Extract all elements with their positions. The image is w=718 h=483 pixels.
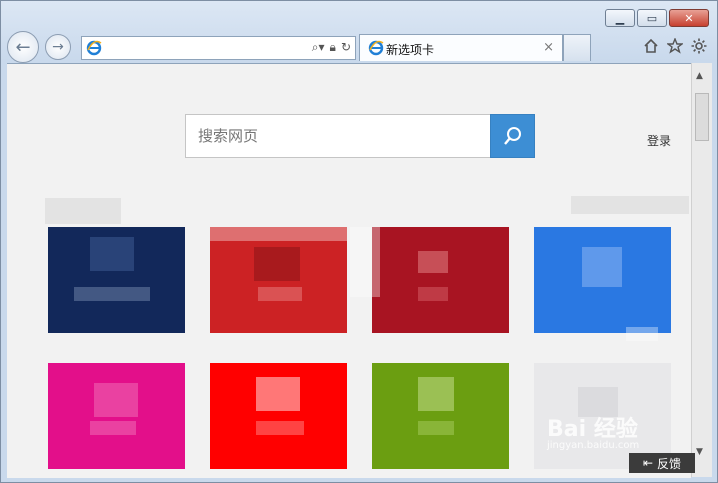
tile-caption [74,287,150,301]
close-window-button[interactable]: ✕ [669,9,709,27]
login-link[interactable]: 登录 [647,132,671,149]
search-box [185,114,535,158]
minimize-button[interactable]: ▁ [605,9,635,27]
site-tile[interactable] [210,227,347,333]
back-button[interactable]: ← [7,31,39,63]
watermark-main: Bai 经验 [547,417,638,442]
browser-window: ▁ ▭ ✕ ← → ⌕▾ 🔒︎ ↻ 新选项卡 × 搜索网页 登录 ▲ ▼ Bai… [0,0,718,483]
refresh-icon[interactable]: ↻ [341,40,351,55]
search-button[interactable] [490,114,535,158]
ie-logo-icon [86,40,102,56]
tile-caption [418,287,448,301]
window-controls: ▁ ▭ ✕ [605,9,709,27]
forward-button[interactable]: → [45,34,71,60]
tile-highlight [210,227,347,241]
tile-icon [256,377,300,411]
forward-arrow-icon: → [52,39,64,55]
feedback-button[interactable]: ⇤ 反馈 [629,453,695,473]
tile-icon [418,251,448,273]
ie-tab-icon [368,40,384,56]
tile-icon [90,237,134,271]
site-tile[interactable] [350,227,509,333]
scroll-up-icon[interactable]: ▲ [696,71,703,81]
new-tab-button[interactable] [563,34,591,61]
site-tile[interactable] [48,363,185,469]
site-tile[interactable] [48,227,185,333]
lock-icon: 🔒︎ [329,40,336,54]
tab-title: 新选项卡 [386,43,435,57]
tab-new-tab[interactable]: 新选项卡 × [359,34,563,61]
tile-caption [256,421,304,435]
tile-icon [582,247,622,287]
watermark-sub: jingyan.baidu.com [547,440,640,451]
search-dropdown-icon[interactable]: ⌕▾ [312,40,325,55]
search-input[interactable] [185,114,491,158]
search-icon [504,127,521,145]
toolbar-icons [643,38,707,54]
feedback-label: 反馈 [657,456,682,471]
address-bar[interactable]: ⌕▾ 🔒︎ ↻ [81,36,356,60]
back-arrow-icon: ← [15,36,31,58]
tile-caption [418,421,454,435]
tile-icon [254,247,300,281]
blurred-label [45,198,121,224]
favorites-star-icon[interactable] [667,38,683,54]
tile-highlight [626,327,658,341]
baidu-watermark: Bai 经验 jingyan.baidu.com [547,411,639,451]
tile-icon [418,377,454,411]
tile-caption [90,421,136,435]
maximize-button[interactable]: ▭ [637,9,667,27]
site-tile[interactable] [534,227,671,341]
scroll-thumb[interactable] [695,93,709,141]
close-tab-icon[interactable]: × [543,40,554,55]
blurred-label [571,196,689,214]
navigation-bar: ← → ⌕▾ 🔒︎ ↻ 新选项卡 × [7,31,711,63]
home-icon[interactable] [643,38,659,54]
scroll-down-icon[interactable]: ▼ [696,447,703,457]
vertical-scrollbar[interactable]: ▲ ▼ [691,63,712,477]
site-tile[interactable] [210,363,347,469]
site-tile[interactable] [372,363,509,469]
tile-highlight [350,227,380,297]
settings-gear-icon[interactable] [691,38,707,54]
tile-caption [258,287,302,301]
feedback-icon: ⇤ [642,456,654,470]
tile-icon [94,383,138,417]
